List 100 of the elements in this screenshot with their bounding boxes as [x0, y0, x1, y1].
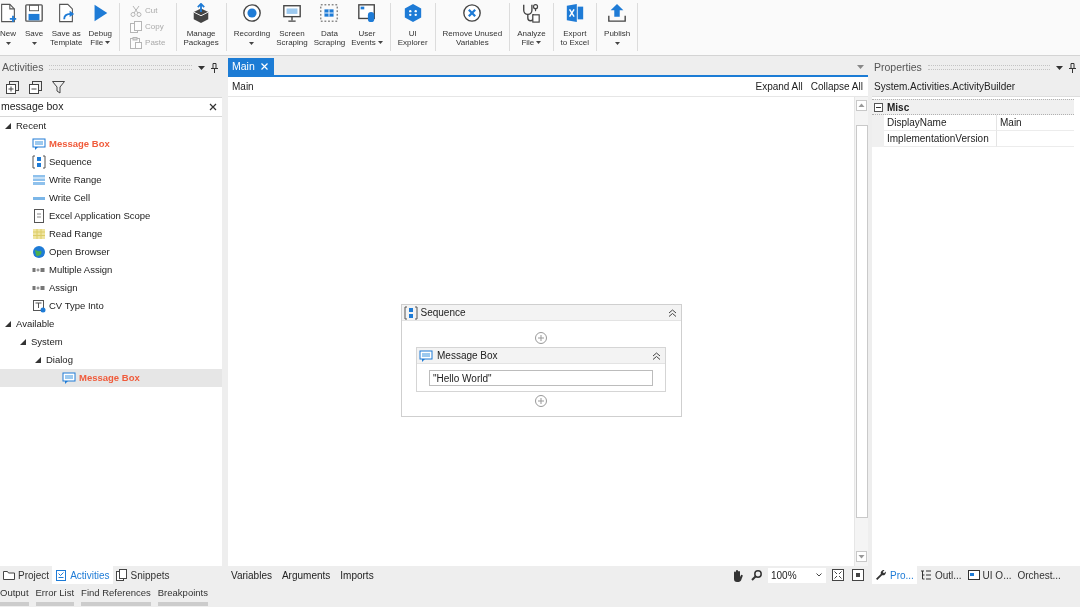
tree-item[interactable]: Available — [0, 315, 222, 333]
activity-title: Sequence — [420, 306, 467, 320]
scroll-up-icon[interactable] — [856, 100, 867, 111]
tree-item[interactable]: Read Range — [0, 225, 222, 243]
tree-item[interactable]: Recent — [0, 117, 222, 135]
toolbar-button[interactable]: Screen Scraping — [273, 3, 311, 47]
toolbar-button[interactable]: Debug File — [85, 3, 116, 47]
hexagon-icon — [402, 3, 423, 23]
panel-tab[interactable]: Project — [0, 566, 53, 584]
hand-icon[interactable] — [731, 568, 743, 582]
box-minus-icon[interactable] — [874, 102, 883, 112]
link-button[interactable]: Collapse All — [810, 79, 863, 94]
text-field[interactable]: "Hello World" — [429, 370, 653, 386]
activity-title: Message Box — [437, 349, 499, 363]
stethoscope-icon — [521, 3, 542, 23]
tree-item[interactable]: Dialog — [0, 351, 222, 369]
scissors-icon — [130, 5, 143, 17]
upload-icon — [607, 3, 628, 23]
double-chevron-icon[interactable] — [667, 308, 677, 317]
circle-x-icon — [462, 3, 483, 23]
type-box-icon — [32, 299, 46, 313]
toolbar-button[interactable]: User Events — [348, 3, 386, 47]
panel-tab[interactable]: Outl... — [916, 566, 965, 584]
globe-icon — [32, 245, 46, 259]
panel-tab[interactable]: Breakpoints — [157, 587, 208, 606]
pin-icon[interactable] — [1069, 62, 1076, 73]
zoom-dropdown[interactable]: 100% — [768, 567, 826, 583]
close-icon[interactable] — [209, 103, 217, 111]
bracket-blocks-icon — [32, 155, 46, 169]
expander-icon[interactable] — [5, 123, 11, 129]
paste-icon — [130, 37, 143, 49]
dropdown-caret-icon[interactable] — [198, 65, 205, 70]
fit-screen-icon[interactable] — [832, 569, 844, 581]
tree-item[interactable]: CV Type Into — [0, 297, 222, 315]
tree-item[interactable]: Write Range — [0, 171, 222, 189]
actual-size-icon[interactable] — [852, 569, 864, 581]
property-name: DisplayName — [884, 115, 997, 131]
toolbar-button[interactable]: Save — [21, 3, 47, 45]
toolbar-button[interactable]: Recording — [230, 3, 274, 45]
double-chevron-icon[interactable] — [652, 351, 661, 360]
toolbar-button[interactable]: Save as Template — [47, 3, 86, 47]
document-tab[interactable]: Main — [228, 58, 274, 75]
window-mouse-icon — [357, 3, 377, 23]
scrollbar-thumb[interactable] — [855, 125, 868, 518]
pages-icon — [115, 569, 128, 581]
panel-tab[interactable]: Find References — [81, 587, 151, 606]
expand-all-icon[interactable] — [6, 80, 19, 94]
object-type-label: System.Activities.ActivityBuilder — [874, 80, 1016, 94]
toolbar-button[interactable]: Export to Excel — [557, 3, 593, 47]
tree-item[interactable]: Multiple Assign — [0, 261, 222, 279]
tree-item[interactable]: System — [0, 333, 222, 351]
panel-tab[interactable]: Snippets — [112, 566, 173, 584]
toolbar-button[interactable]: Publish — [601, 3, 634, 45]
expander-icon[interactable] — [20, 339, 26, 345]
dotted-grid-icon — [319, 3, 340, 23]
plus-circle-icon[interactable] — [535, 395, 547, 407]
speech-bubble-icon — [32, 137, 46, 151]
designer-tab[interactable]: Variables — [229, 567, 274, 583]
bracket-blocks-icon — [403, 305, 418, 320]
toolbar-button[interactable]: Remove Unused Variables — [439, 3, 506, 47]
wrench-icon — [875, 569, 887, 581]
search-field[interactable]: message box — [0, 98, 222, 117]
tree-list-icon — [919, 569, 932, 581]
panel-tab[interactable]: Activities — [52, 566, 113, 584]
panel-title: Properties — [874, 59, 922, 75]
spreadsheet-icon — [564, 3, 585, 23]
magnifier-icon[interactable] — [751, 569, 762, 581]
panel-tab[interactable]: Error List — [35, 587, 75, 606]
vertical-scrollbar[interactable] — [854, 97, 868, 566]
record-icon — [241, 3, 262, 23]
designer-tab[interactable]: Imports — [338, 567, 376, 583]
toolbar-button[interactable]: Manage Packages — [180, 3, 222, 47]
expander-icon[interactable] — [5, 321, 11, 327]
tree-item[interactable]: Excel Application Scope — [0, 207, 222, 225]
scroll-down-icon[interactable] — [856, 551, 867, 562]
breadcrumb-item[interactable]: Main — [232, 79, 254, 94]
pin-icon[interactable] — [211, 62, 218, 73]
plus-circle-icon[interactable] — [535, 332, 547, 344]
designer-tab[interactable]: Arguments — [279, 567, 333, 583]
property-value-field[interactable]: Main — [997, 115, 1074, 131]
tree-item[interactable]: Write Cell — [0, 189, 222, 207]
link-button[interactable]: Expand All — [755, 79, 803, 94]
dropdown-caret-icon[interactable] — [1056, 65, 1063, 70]
clipboard-icon — [55, 569, 68, 581]
toolbar-button[interactable]: Data Scraping — [310, 3, 349, 47]
grid-icon — [32, 227, 46, 241]
tree-item[interactable]: Open Browser — [0, 243, 222, 261]
toolbar-button[interactable]: Analyze File — [514, 3, 549, 47]
tree-item[interactable]: Assign — [0, 279, 222, 297]
expander-icon[interactable] — [35, 357, 41, 363]
panel-tab[interactable]: UI O... — [964, 566, 1015, 584]
toolbar-button[interactable]: New — [0, 3, 21, 45]
collapse-all-icon[interactable] — [29, 80, 42, 94]
panel-tab[interactable]: Pro... — [872, 566, 917, 584]
tree-item[interactable]: Sequence — [0, 153, 222, 171]
toolbar-button[interactable]: UI Explorer — [394, 3, 431, 47]
panel-tab[interactable]: Output — [0, 587, 29, 606]
panel-tab[interactable]: Orchest... — [1014, 566, 1064, 584]
panel-title: Activities — [2, 59, 44, 75]
filter-icon[interactable] — [52, 80, 65, 94]
